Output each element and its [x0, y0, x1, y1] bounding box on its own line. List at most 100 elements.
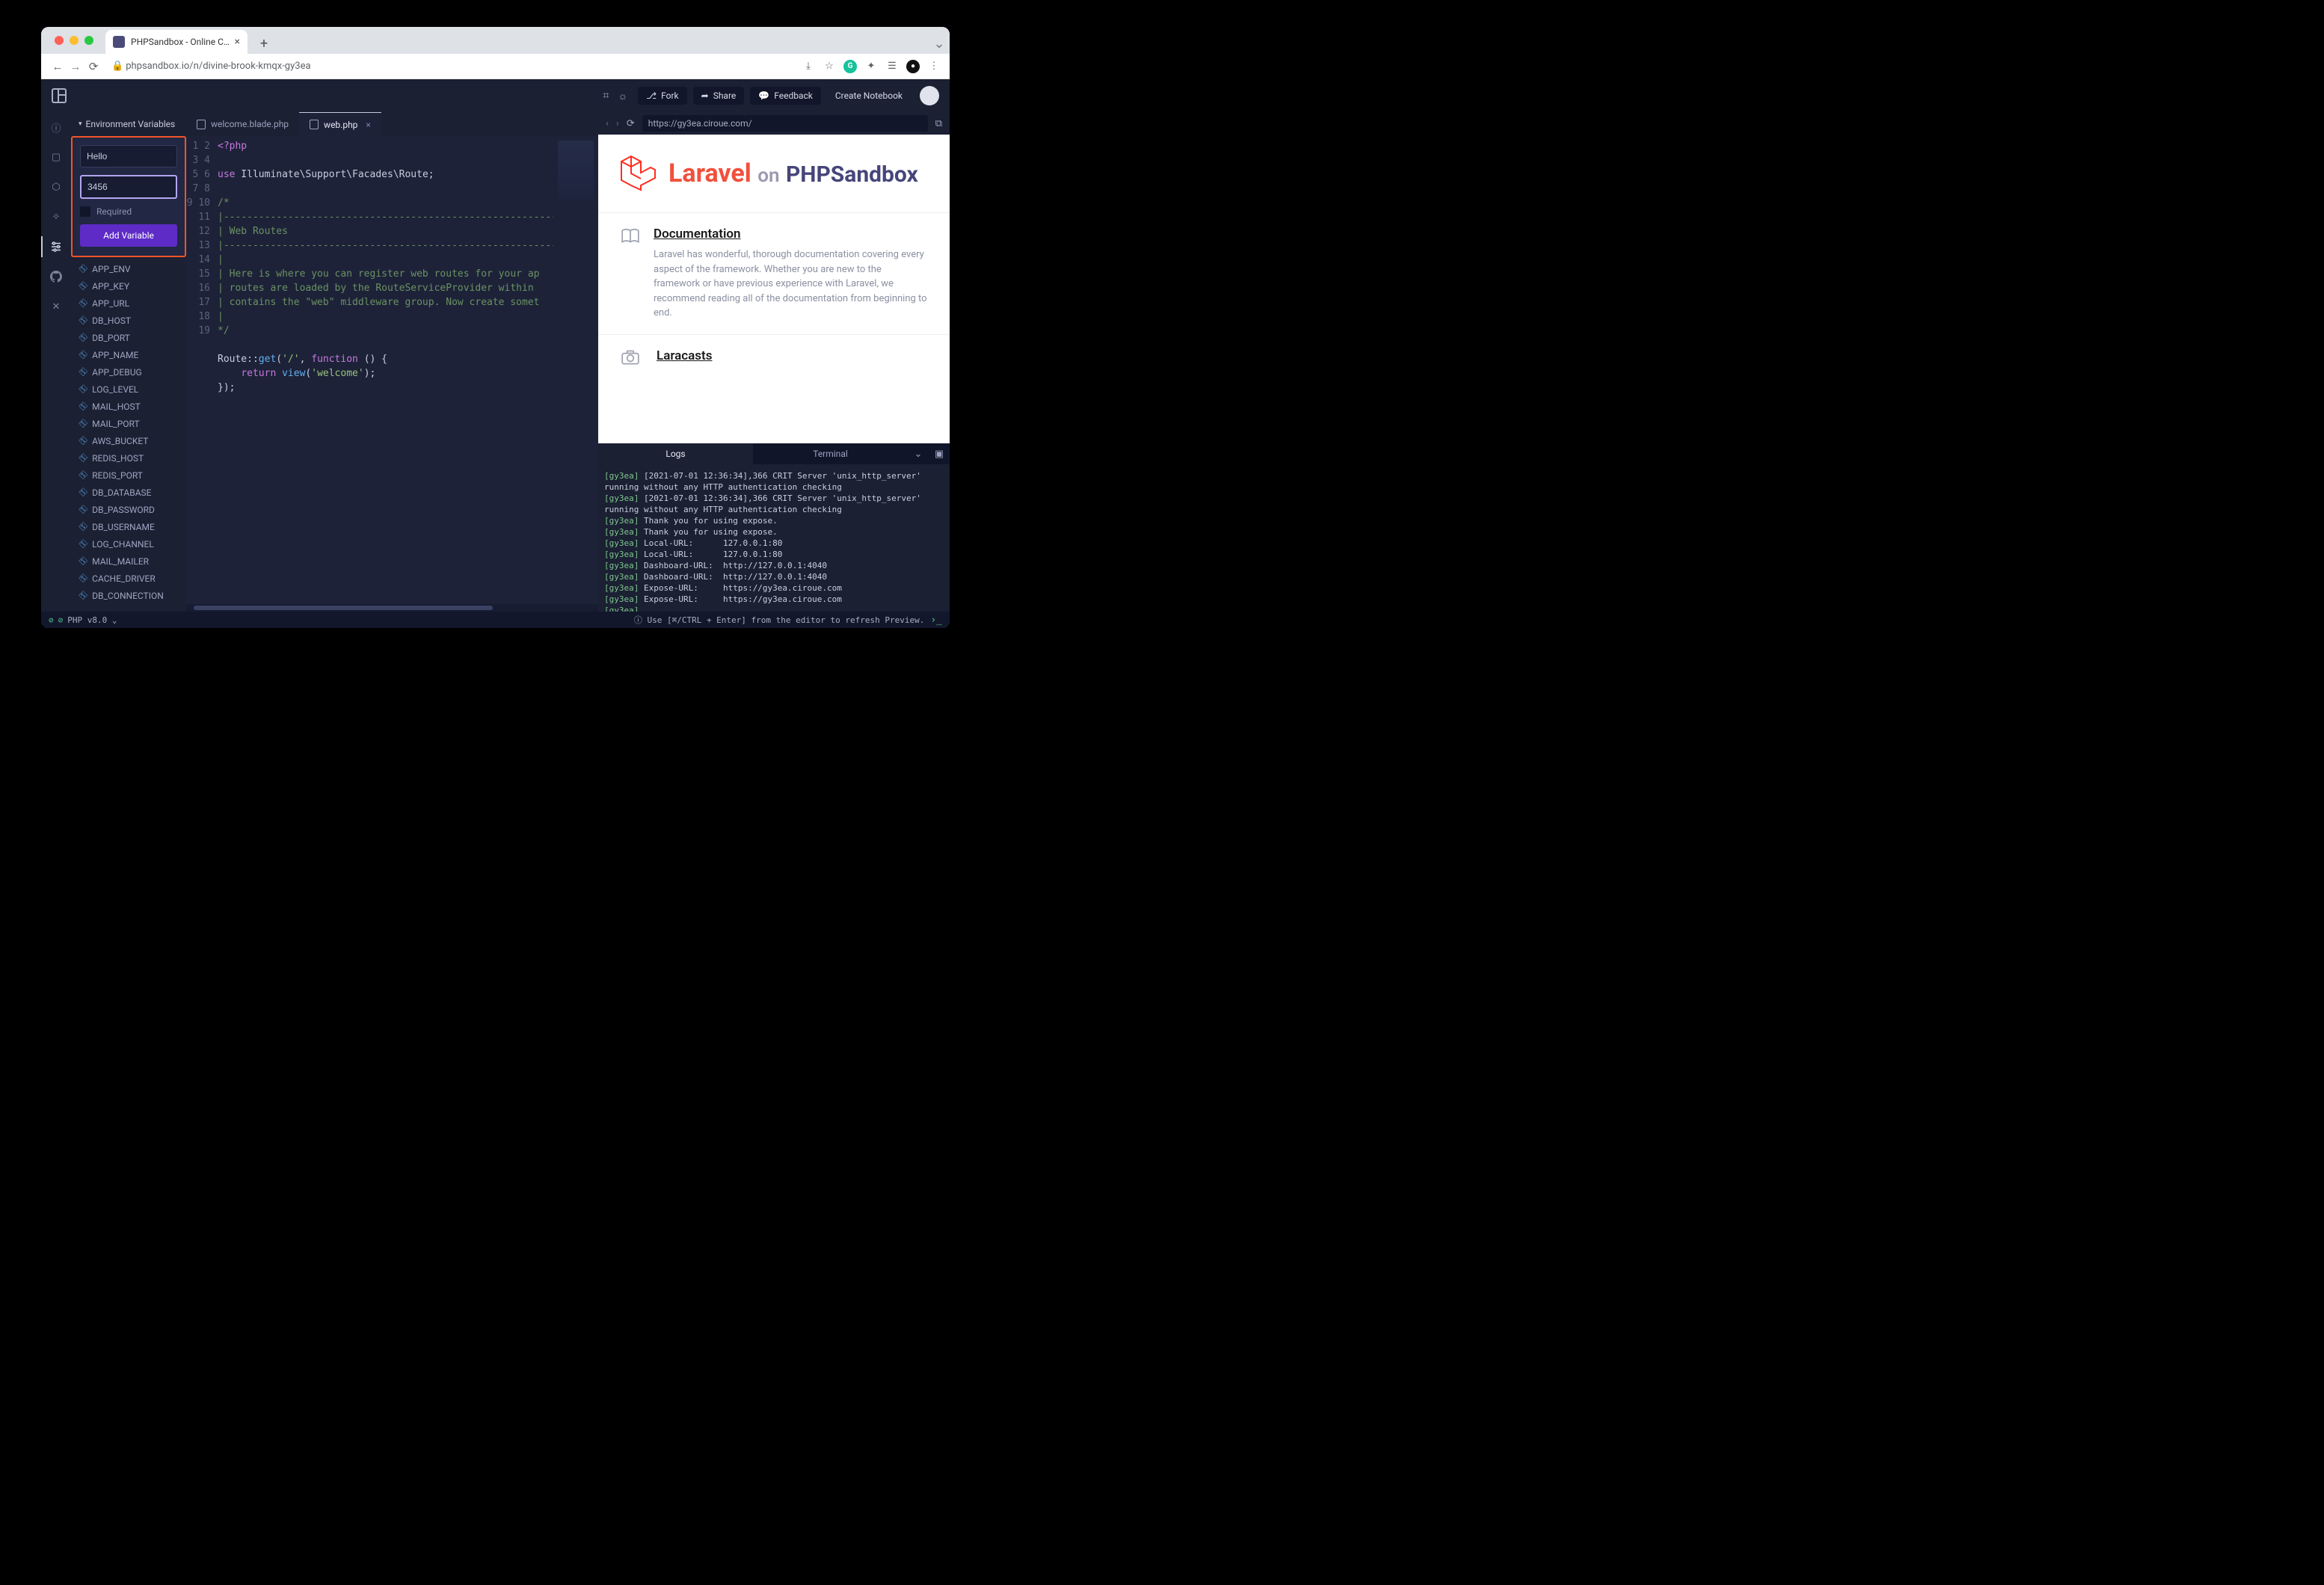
- env-var-item[interactable]: ⚿REDIS_HOST: [71, 449, 186, 467]
- activity-bar: ⓘ ▢ ⬡ ✧ ✕: [41, 112, 71, 612]
- layout-icon[interactable]: [52, 88, 67, 103]
- rail-package-icon[interactable]: ⬡: [49, 179, 64, 194]
- key-icon: ⚿: [77, 348, 90, 361]
- preview-url-input[interactable]: https://gy3ea.ciroue.com/: [642, 115, 928, 132]
- env-var-item[interactable]: ⚿APP_ENV: [71, 260, 186, 277]
- variable-value-input[interactable]: [80, 175, 177, 199]
- code-area[interactable]: <?php use Illuminate\Support\Facades\Rou…: [218, 136, 553, 604]
- file-tab-welcome[interactable]: welcome.blade.php: [186, 112, 299, 136]
- profile-avatar-icon[interactable]: ●: [905, 58, 921, 75]
- install-icon[interactable]: ⤓: [800, 58, 817, 75]
- add-variable-button[interactable]: Add Variable: [80, 224, 177, 247]
- panel-layout-icon[interactable]: ▣: [929, 449, 950, 460]
- env-var-item[interactable]: ⚿DB_DATABASE: [71, 484, 186, 501]
- extension-grammarly-icon[interactable]: G: [842, 58, 858, 75]
- laracasts-title: Laracasts: [657, 348, 712, 363]
- file-icon: [197, 120, 206, 129]
- feedback-button[interactable]: 💬Feedback: [750, 87, 821, 105]
- rail-info-icon[interactable]: ⓘ: [49, 120, 64, 135]
- book-icon: [621, 227, 640, 321]
- laravel-logo-icon: [619, 154, 657, 193]
- code-editor[interactable]: 1 2 3 4 5 6 7 8 9 10 11 12 13 14 15 16 1…: [186, 136, 598, 604]
- key-icon: ⚿: [77, 417, 90, 430]
- rail-github-icon[interactable]: [49, 269, 64, 284]
- env-var-item[interactable]: ⚿REDIS_PORT: [71, 467, 186, 484]
- app-body: ⓘ ▢ ⬡ ✧ ✕ ▾ Environment Variables: [41, 112, 950, 612]
- env-var-item[interactable]: ⚿APP_NAME: [71, 346, 186, 363]
- env-var-item[interactable]: ⚿APP_KEY: [71, 277, 186, 295]
- doc-title: Documentation: [654, 227, 927, 241]
- tabstrip-menu-icon[interactable]: ⌄: [929, 33, 950, 54]
- required-checkbox-row[interactable]: Required: [80, 206, 177, 217]
- line-gutter: 1 2 3 4 5 6 7 8 9 10 11 12 13 14 15 16 1…: [186, 136, 218, 604]
- editor-scrollbar[interactable]: [186, 604, 598, 612]
- tab-logs[interactable]: Logs: [598, 443, 753, 464]
- variable-name-input[interactable]: [80, 145, 177, 167]
- env-var-item[interactable]: ⚿MAIL_PORT: [71, 415, 186, 432]
- env-var-item[interactable]: ⚿AWS_BUCKET: [71, 432, 186, 449]
- back-button[interactable]: ←: [49, 60, 67, 73]
- tab-title: PHPSandbox - Online Code Sa: [131, 37, 230, 47]
- close-tab-icon[interactable]: ×: [366, 120, 370, 130]
- env-var-item[interactable]: ⚿CACHE_DRIVER: [71, 570, 186, 587]
- tab-terminal[interactable]: Terminal: [753, 443, 908, 464]
- key-icon: ⚿: [77, 280, 90, 292]
- maximize-window-button[interactable]: [84, 36, 93, 45]
- env-var-item[interactable]: ⚿MAIL_HOST: [71, 398, 186, 415]
- minimize-window-button[interactable]: [70, 36, 79, 45]
- preview-toolbar: ‹ › ⟳ https://gy3ea.ciroue.com/ ⧉: [598, 112, 950, 135]
- rail-extensions-icon[interactable]: ✧: [49, 209, 64, 224]
- rail-settings-icon[interactable]: [49, 239, 64, 254]
- env-var-item[interactable]: ⚿MAIL_MAILER: [71, 553, 186, 570]
- theme-icon[interactable]: ☼: [618, 90, 627, 102]
- documentation-card[interactable]: Documentation Laravel has wonderful, tho…: [598, 212, 950, 334]
- key-icon: ⚿: [77, 452, 90, 464]
- new-tab-button[interactable]: +: [253, 33, 274, 54]
- env-panel-title[interactable]: ▾ Environment Variables: [71, 112, 186, 136]
- env-var-item[interactable]: ⚿DB_PORT: [71, 329, 186, 346]
- minimap[interactable]: [553, 136, 598, 604]
- terminal-output[interactable]: [gy3ea] [2021-07-01 12:36:34],366 CRIT S…: [598, 464, 950, 612]
- env-var-item[interactable]: ⚿DB_PASSWORD: [71, 501, 186, 518]
- env-var-item[interactable]: ⚿DB_HOST: [71, 312, 186, 329]
- bookmark-star-icon[interactable]: ☆: [821, 58, 837, 75]
- package-icon[interactable]: ⌗: [603, 90, 609, 102]
- env-var-item[interactable]: ⚿LOG_LEVEL: [71, 381, 186, 398]
- rail-tools-icon[interactable]: ✕: [49, 299, 64, 314]
- create-notebook-button[interactable]: Create Notebook: [827, 87, 911, 105]
- env-var-item[interactable]: ⚿APP_DEBUG: [71, 363, 186, 381]
- extensions-icon[interactable]: ✦: [863, 58, 879, 75]
- preview-back-icon[interactable]: ‹: [606, 118, 609, 129]
- scrollbar-thumb[interactable]: [194, 606, 493, 610]
- open-external-icon[interactable]: ⧉: [935, 118, 942, 129]
- env-var-item[interactable]: ⚿LOG_CHANNEL: [71, 535, 186, 553]
- lock-icon[interactable]: 🔒: [111, 61, 123, 72]
- browser-tab[interactable]: PHPSandbox - Online Code Sa ×: [105, 30, 248, 54]
- preview-forward-icon[interactable]: ›: [616, 118, 619, 129]
- share-icon: ➦: [701, 90, 709, 101]
- file-tab-web[interactable]: web.php ×: [299, 112, 381, 136]
- user-avatar[interactable]: [920, 86, 939, 105]
- terminal-tabs: Logs Terminal ⌄ ▣: [598, 443, 950, 464]
- env-var-item[interactable]: ⚿DB_CONNECTION: [71, 587, 186, 604]
- preview-reload-icon[interactable]: ⟳: [627, 118, 635, 129]
- chevron-down-icon[interactable]: ⌄: [908, 449, 929, 460]
- fork-button[interactable]: ⎇Fork: [638, 87, 686, 105]
- checkbox-icon[interactable]: [80, 206, 90, 217]
- reading-list-icon[interactable]: ☰: [884, 58, 900, 75]
- browser-menu-icon[interactable]: ⋮: [926, 58, 942, 75]
- rail-files-icon[interactable]: ▢: [49, 150, 64, 164]
- share-button[interactable]: ➦Share: [693, 87, 745, 105]
- forward-button[interactable]: →: [67, 60, 84, 73]
- browser-tabstrip: PHPSandbox - Online Code Sa × + ⌄: [41, 27, 950, 54]
- laracasts-card[interactable]: Laracasts: [598, 334, 950, 369]
- key-icon: ⚿: [77, 262, 90, 275]
- url-field[interactable]: phpsandbox.io/n/divine-brook-kmqx-gy3ea: [126, 61, 310, 72]
- env-var-item[interactable]: ⚿DB_USERNAME: [71, 518, 186, 535]
- env-var-item[interactable]: ⚿APP_URL: [71, 295, 186, 312]
- close-window-button[interactable]: [55, 36, 64, 45]
- close-tab-icon[interactable]: ×: [235, 36, 240, 48]
- run-icon[interactable]: ›_: [930, 615, 942, 626]
- reload-button[interactable]: ⟳: [84, 60, 102, 73]
- php-version[interactable]: PHP v8.0 ⌄: [67, 615, 117, 625]
